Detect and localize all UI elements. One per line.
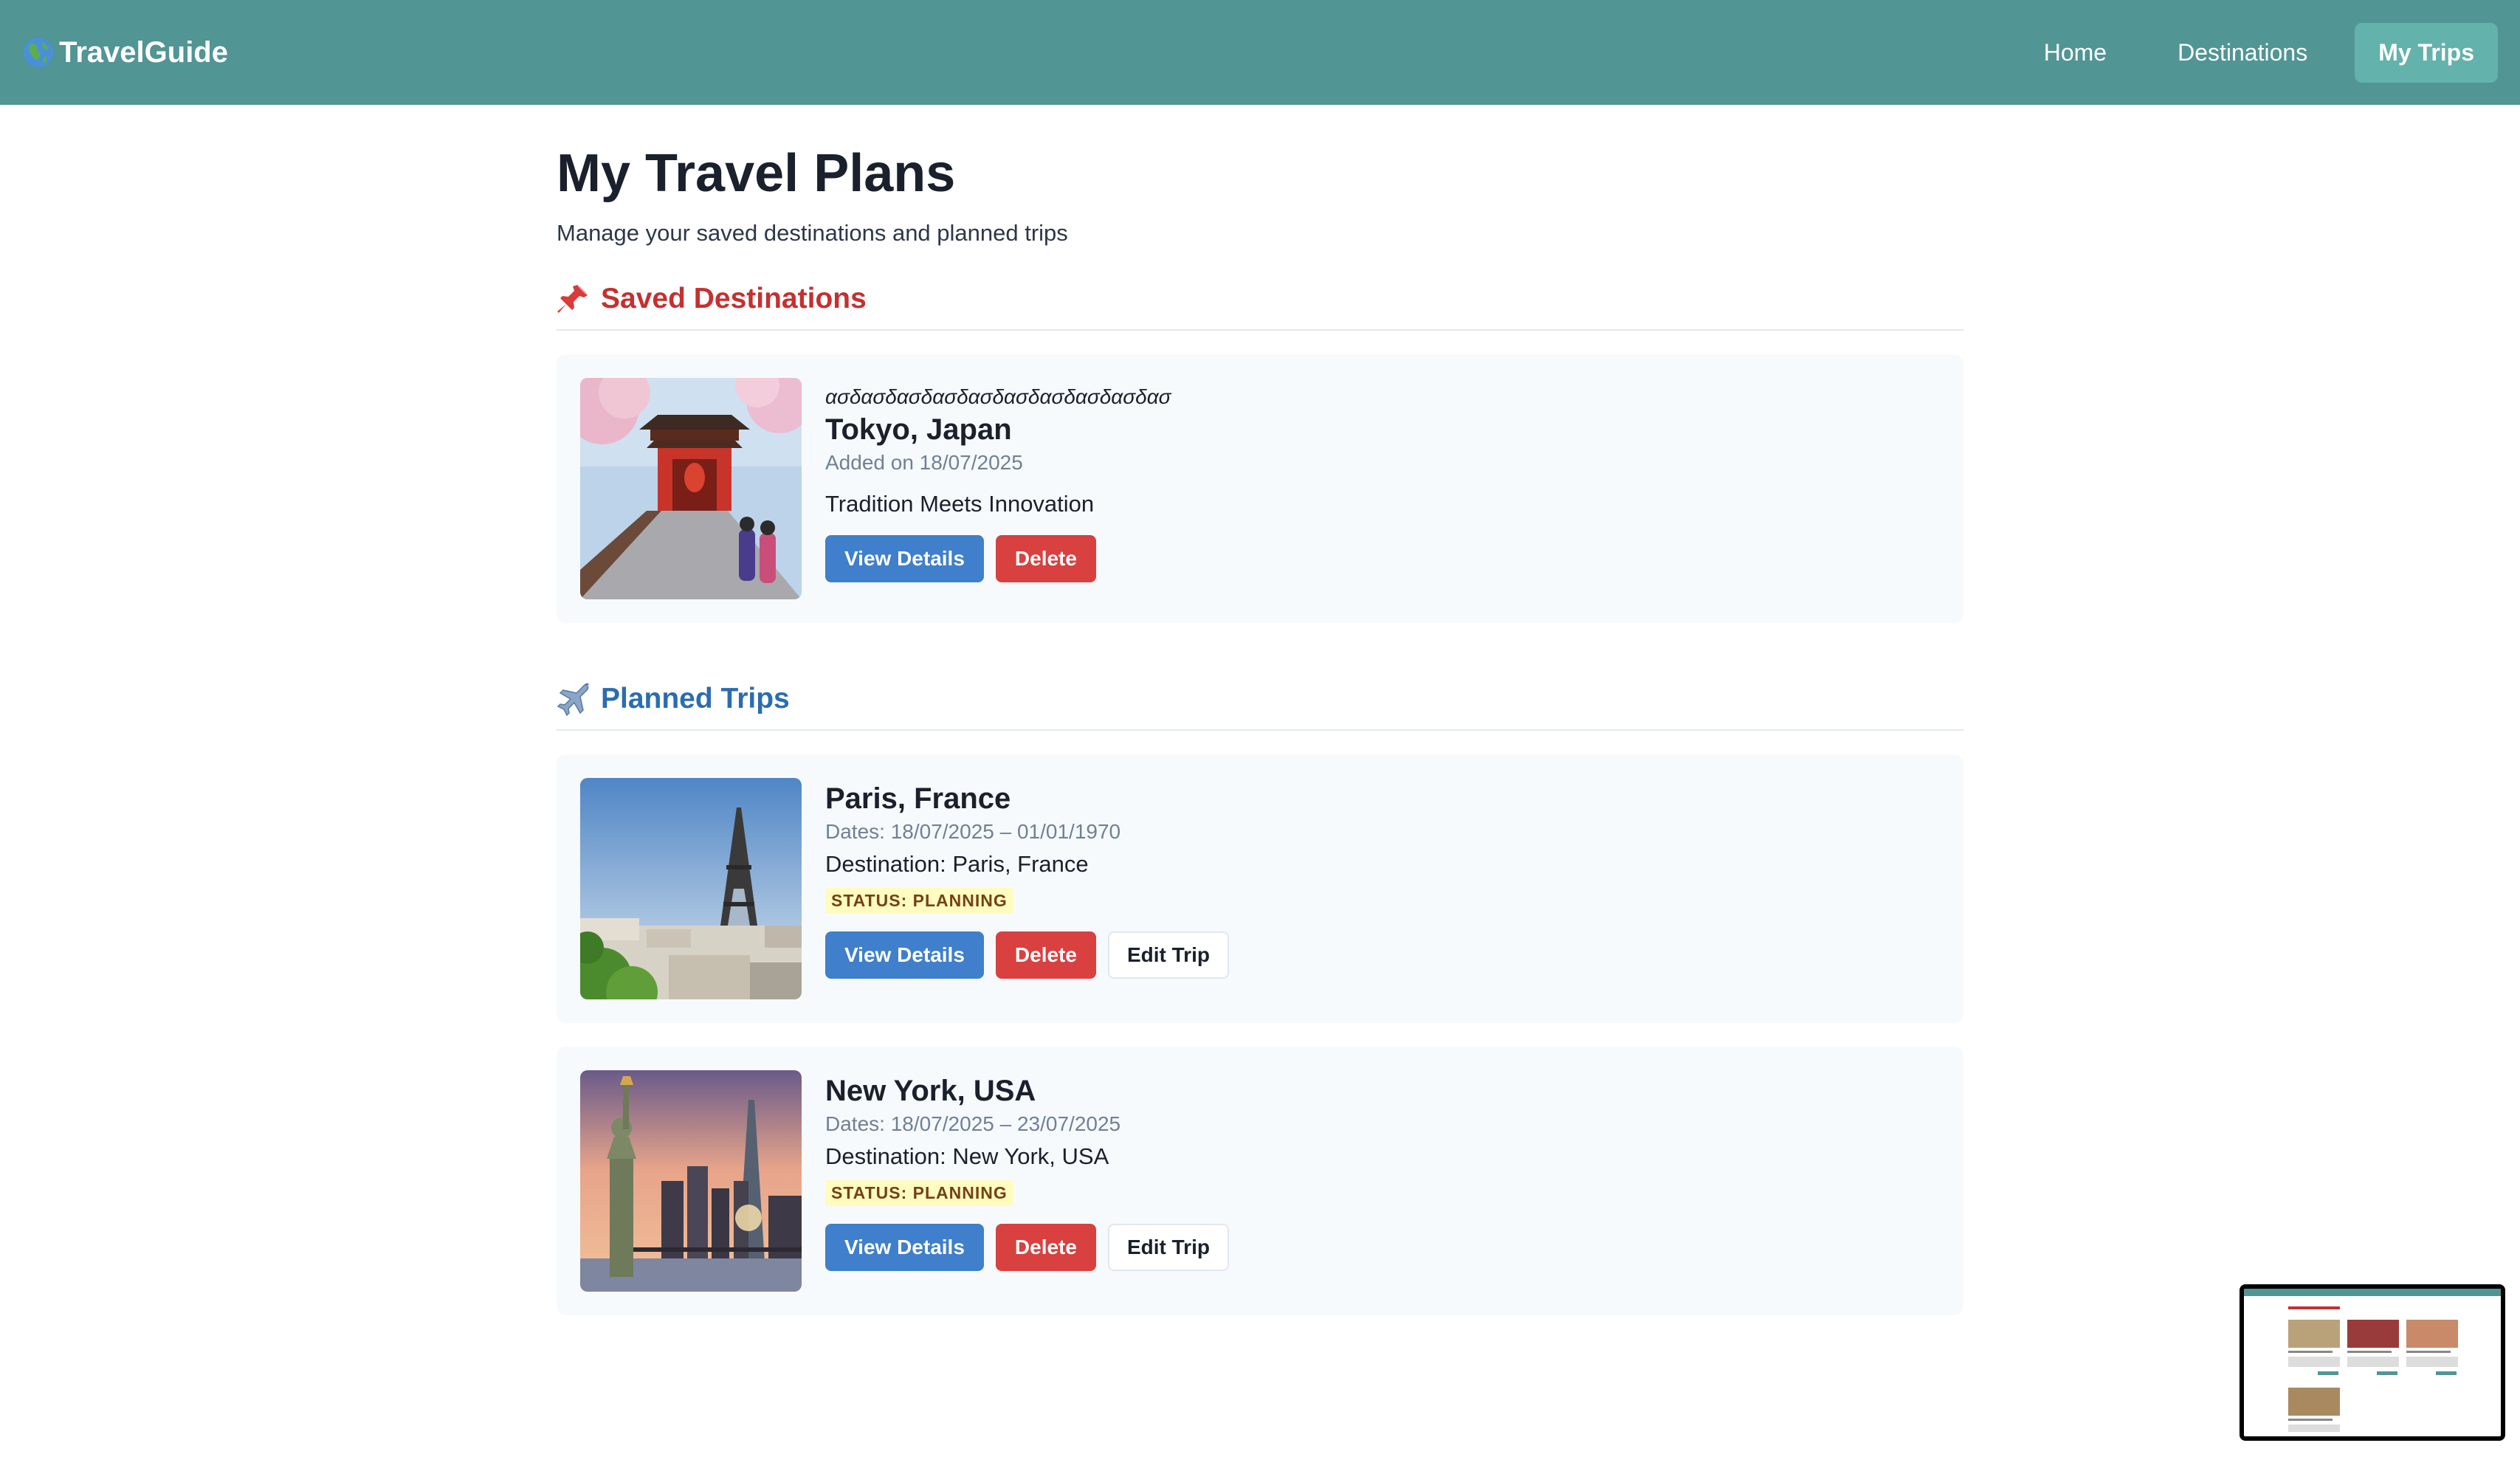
nav-destinations[interactable]: Destinations [2154, 23, 2331, 83]
trip-destination: Destination: Paris, France [825, 851, 1089, 877]
view-details-button[interactable]: View Details [825, 1224, 984, 1271]
card-actions: View Details Delete Edit Trip [825, 1224, 1229, 1271]
view-details-button[interactable]: View Details [825, 931, 984, 979]
pushpin-icon [557, 282, 591, 316]
status-badge: STATUS: PLANNING [825, 1180, 1013, 1206]
trip-name: Paris, France [825, 782, 1011, 815]
nav-links: Home Destinations My Trips [2020, 22, 2498, 83]
trip-info-paris: Paris, France Dates: 18/07/2025 – 01/01/… [825, 778, 1229, 999]
screen-preview-thumbnail[interactable] [2240, 1284, 2505, 1441]
edit-trip-button[interactable]: Edit Trip [1107, 1224, 1229, 1271]
tokyo-image [580, 378, 802, 599]
saved-destination-info: ασδασδασδασδασδασδασδασδασδασ Tokyo, Jap… [825, 378, 1171, 599]
status-badge: STATUS: PLANNING [825, 888, 1013, 914]
brand-logo[interactable]: TravelGuide [22, 36, 228, 69]
nav-my-trips[interactable]: My Trips [2355, 22, 2498, 83]
edit-trip-button[interactable]: Edit Trip [1107, 931, 1229, 979]
card-actions: View Details Delete Edit Trip [825, 931, 1229, 979]
page-title: My Travel Plans [557, 144, 956, 203]
main-content: My Travel Plans Manage your saved destin… [557, 140, 1963, 1315]
saved-destination-card: ασδασδασδασδασδασδασδασδασδασ Tokyo, Jap… [557, 354, 1963, 623]
planned-trips-label: Planned Trips [601, 683, 790, 714]
paris-image [580, 778, 802, 999]
trip-card-new-york: New York, USA Dates: 18/07/2025 – 23/07/… [557, 1047, 1963, 1315]
saved-destinations-heading: Saved Destinations [557, 282, 1963, 331]
destination-note: ασδασδασδασδασδασδασδασδασδασ [825, 385, 1171, 408]
destination-name: Tokyo, Japan [825, 413, 1012, 446]
delete-button[interactable]: Delete [995, 1224, 1096, 1271]
planned-trips-heading: Planned Trips [557, 682, 1963, 731]
trip-dates: Dates: 18/07/2025 – 01/01/1970 [825, 820, 1121, 843]
trip-dates: Dates: 18/07/2025 – 23/07/2025 [825, 1112, 1121, 1135]
saved-destinations-label: Saved Destinations [601, 283, 867, 314]
delete-button[interactable]: Delete [995, 931, 1096, 979]
trip-card-paris: Paris, France Dates: 18/07/2025 – 01/01/… [557, 754, 1963, 1023]
nav-home[interactable]: Home [2020, 23, 2130, 83]
brand-name: TravelGuide [59, 35, 228, 69]
added-date: Added on 18/07/2025 [825, 451, 1023, 474]
airplane-icon [557, 682, 591, 717]
trip-info-new-york: New York, USA Dates: 18/07/2025 – 23/07/… [825, 1070, 1229, 1292]
globe-icon [22, 36, 55, 69]
delete-button[interactable]: Delete [995, 535, 1096, 582]
destination-tagline: Tradition Meets Innovation [825, 491, 1095, 517]
view-details-button[interactable]: View Details [825, 535, 984, 582]
trip-destination: Destination: New York, USA [825, 1143, 1109, 1169]
top-navbar: TravelGuide Home Destinations My Trips [0, 0, 2520, 105]
trip-name: New York, USA [825, 1075, 1036, 1107]
card-actions: View Details Delete [825, 535, 1171, 582]
new-york-image [580, 1070, 802, 1292]
page-subtitle: Manage your saved destinations and plann… [557, 220, 1068, 246]
